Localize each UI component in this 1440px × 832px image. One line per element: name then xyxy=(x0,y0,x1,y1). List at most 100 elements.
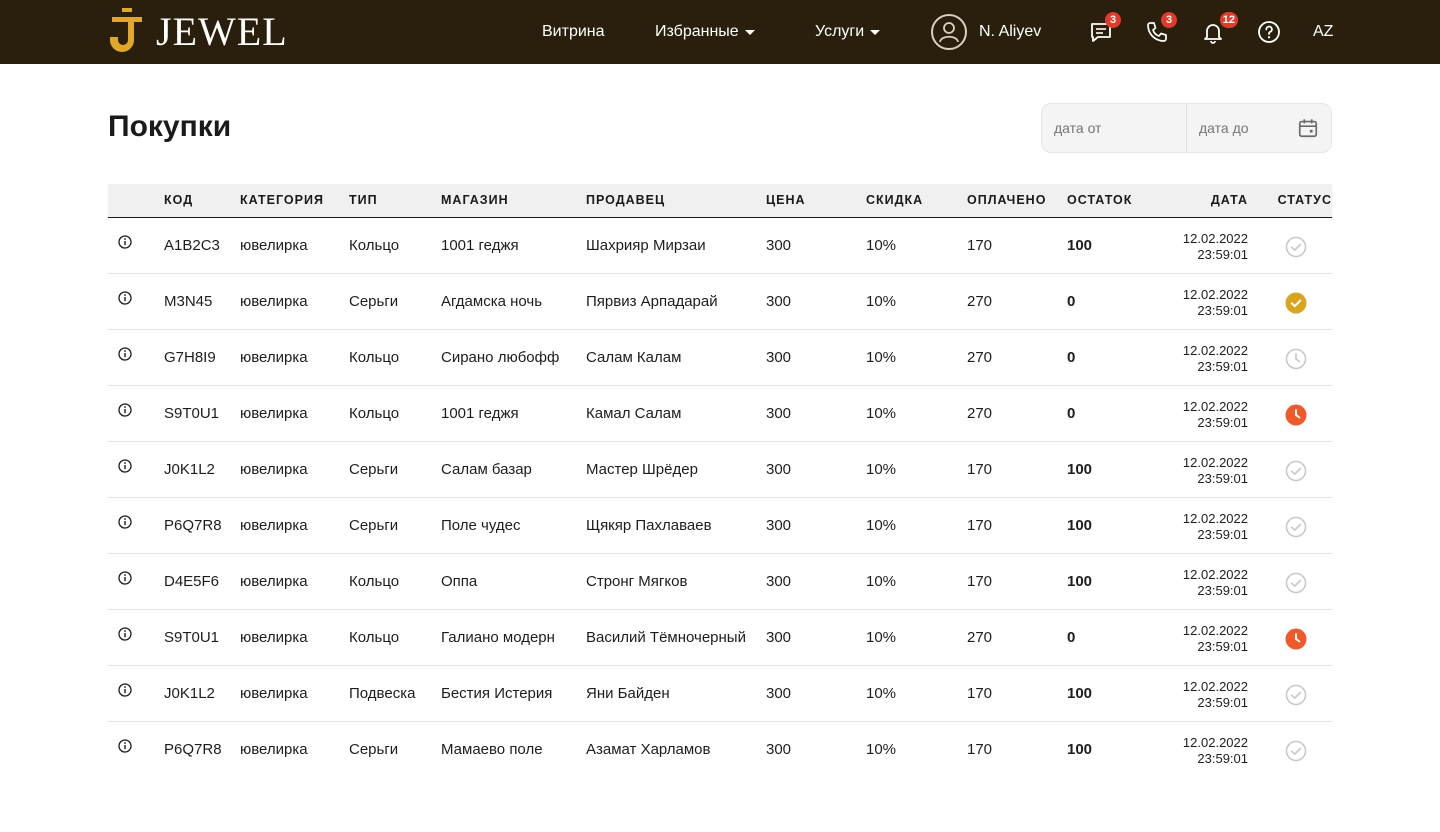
header-category[interactable]: КАТЕГОРИЯ xyxy=(240,184,324,217)
cell-date-time: 23:59:01 xyxy=(1197,247,1248,262)
cell-date-time: 23:59:01 xyxy=(1197,415,1248,430)
cell-category: ювелирка xyxy=(240,629,308,646)
cell-shop: Агдамска ночь xyxy=(441,293,543,310)
table-row[interactable]: S9T0U1 ювелирка Кольцо Галиано модерн Ва… xyxy=(108,610,1332,666)
header-date[interactable]: ДАТА xyxy=(1211,184,1248,217)
info-icon[interactable] xyxy=(118,347,132,361)
cell-price: 300 xyxy=(766,629,792,646)
cell-discount: 10% xyxy=(866,573,897,590)
caret-down-icon xyxy=(744,29,755,35)
info-icon[interactable] xyxy=(118,235,132,249)
cell-code: P6Q7R8 xyxy=(164,741,222,758)
header-shop[interactable]: МАГАЗИН xyxy=(441,184,509,217)
table-row[interactable]: M3N45 ювелирка Серьги Агдамска ночь Пярв… xyxy=(108,274,1332,330)
cell-price: 300 xyxy=(766,573,792,590)
notifications-button[interactable]: 12 xyxy=(1200,12,1238,45)
cell-date-time: 23:59:01 xyxy=(1197,695,1248,710)
cell-discount: 10% xyxy=(866,741,897,758)
header-code[interactable]: КОД xyxy=(164,184,193,217)
table-row[interactable]: P6Q7R8 ювелирка Серьги Поле чудес Щякяр … xyxy=(108,498,1332,554)
table-row[interactable]: G7H8I9 ювелирка Кольцо Сирано любофф Сал… xyxy=(108,330,1332,386)
header-rest[interactable]: ОСТАТОК xyxy=(1067,184,1132,217)
cell-date-time: 23:59:01 xyxy=(1197,303,1248,318)
nav-vitrina-label: Витрина xyxy=(542,23,605,40)
header-discount[interactable]: СКИДКА xyxy=(866,184,923,217)
table-row[interactable]: S9T0U1 ювелирка Кольцо 1001 геджя Камал … xyxy=(108,386,1332,442)
caret-down-icon xyxy=(870,29,881,35)
info-icon[interactable] xyxy=(118,515,132,529)
cell-shop: 1001 геджя xyxy=(441,405,519,422)
clock-filled-icon xyxy=(1285,628,1307,650)
help-button[interactable] xyxy=(1256,19,1282,45)
cell-date: 12.02.2022 23:59:01 xyxy=(1183,511,1248,543)
cell-discount: 10% xyxy=(866,349,897,366)
cell-rest: 100 xyxy=(1067,685,1093,702)
header-type[interactable]: ТИП xyxy=(349,184,378,217)
top-navigation-bar: JEWEL Витрина Избранные Услуги N. Aliyev… xyxy=(0,0,1440,64)
check-circle-icon xyxy=(1285,684,1307,706)
date-from-input[interactable] xyxy=(1042,104,1187,152)
cell-price: 300 xyxy=(766,685,792,702)
nav-services-dropdown[interactable]: Услуги xyxy=(815,0,881,64)
header-status[interactable]: СТАТУС xyxy=(1278,184,1332,217)
cell-shop: 1001 геджя xyxy=(441,237,519,254)
table-row[interactable]: P6Q7R8 ювелирка Серьги Мамаево поле Азам… xyxy=(108,722,1332,778)
header-paid[interactable]: ОПЛАЧЕНО xyxy=(967,184,1046,217)
cell-paid: 170 xyxy=(967,573,993,590)
table-row[interactable]: J0K1L2 ювелирка Подвеска Бестия Истерия … xyxy=(108,666,1332,722)
table-body: A1B2C3 ювелирка Кольцо 1001 геджя Шахрия… xyxy=(108,218,1332,778)
cell-code: M3N45 xyxy=(164,293,213,310)
info-icon[interactable] xyxy=(118,459,132,473)
cell-price: 300 xyxy=(766,741,792,758)
cell-discount: 10% xyxy=(866,517,897,534)
info-icon[interactable] xyxy=(118,571,132,585)
calls-button[interactable]: 3 xyxy=(1144,12,1177,45)
purchases-table: КОД КАТЕГОРИЯ ТИП МАГАЗИН ПРОДАВЕЦ ЦЕНА … xyxy=(108,184,1332,778)
cell-shop: Бестия Истерия xyxy=(441,685,553,702)
cell-rest: 100 xyxy=(1067,573,1093,590)
cell-type: Кольцо xyxy=(349,573,400,590)
cell-date: 12.02.2022 23:59:01 xyxy=(1183,399,1248,431)
user-menu[interactable]: N. Aliyev xyxy=(931,14,1041,50)
table-row[interactable]: J0K1L2 ювелирка Серьги Салам базар Масте… xyxy=(108,442,1332,498)
nav-favorites-dropdown[interactable]: Избранные xyxy=(655,0,755,64)
clock-icon xyxy=(1285,348,1307,370)
info-icon[interactable] xyxy=(118,739,132,753)
logo-mark-icon xyxy=(110,8,142,52)
cell-price: 300 xyxy=(766,349,792,366)
cell-paid: 170 xyxy=(967,685,993,702)
page-title: Покупки xyxy=(108,110,232,143)
info-icon[interactable] xyxy=(118,291,132,305)
table-row[interactable]: A1B2C3 ювелирка Кольцо 1001 геджя Шахрия… xyxy=(108,218,1332,274)
check-circle-icon xyxy=(1285,236,1307,258)
cell-discount: 10% xyxy=(866,293,897,310)
header-price[interactable]: ЦЕНА xyxy=(766,184,806,217)
cell-type: Серьги xyxy=(349,461,399,478)
cell-category: ювелирка xyxy=(240,573,308,590)
jewel-logo[interactable]: JEWEL xyxy=(108,8,288,56)
info-icon[interactable] xyxy=(118,683,132,697)
table-row[interactable]: D4E5F6 ювелирка Кольцо Оппа Стронг Мягко… xyxy=(108,554,1332,610)
language-switcher[interactable]: AZ xyxy=(1313,0,1333,64)
messages-button[interactable]: 3 xyxy=(1088,12,1121,45)
cell-category: ювелирка xyxy=(240,461,308,478)
table-header: КОД КАТЕГОРИЯ ТИП МАГАЗИН ПРОДАВЕЦ ЦЕНА … xyxy=(108,184,1332,218)
user-name: N. Aliyev xyxy=(979,23,1042,40)
nav-vitrina[interactable]: Витрина xyxy=(542,0,605,64)
cell-category: ювелирка xyxy=(240,685,308,702)
cell-date: 12.02.2022 23:59:01 xyxy=(1183,567,1248,599)
cell-date-time: 23:59:01 xyxy=(1197,639,1248,654)
calendar-icon[interactable] xyxy=(1297,117,1319,139)
cell-category: ювелирка xyxy=(240,741,308,758)
cell-shop: Сирано любофф xyxy=(441,349,560,366)
info-icon[interactable] xyxy=(118,403,132,417)
info-icon[interactable] xyxy=(118,627,132,641)
cell-type: Серьги xyxy=(349,741,399,758)
cell-code: J0K1L2 xyxy=(164,461,215,478)
cell-seller: Мастер Шрёдер xyxy=(586,461,698,478)
cell-paid: 170 xyxy=(967,741,993,758)
header-seller[interactable]: ПРОДАВЕЦ xyxy=(586,184,665,217)
cell-type: Кольцо xyxy=(349,349,400,366)
cell-code: S9T0U1 xyxy=(164,405,220,422)
cell-discount: 10% xyxy=(866,461,897,478)
